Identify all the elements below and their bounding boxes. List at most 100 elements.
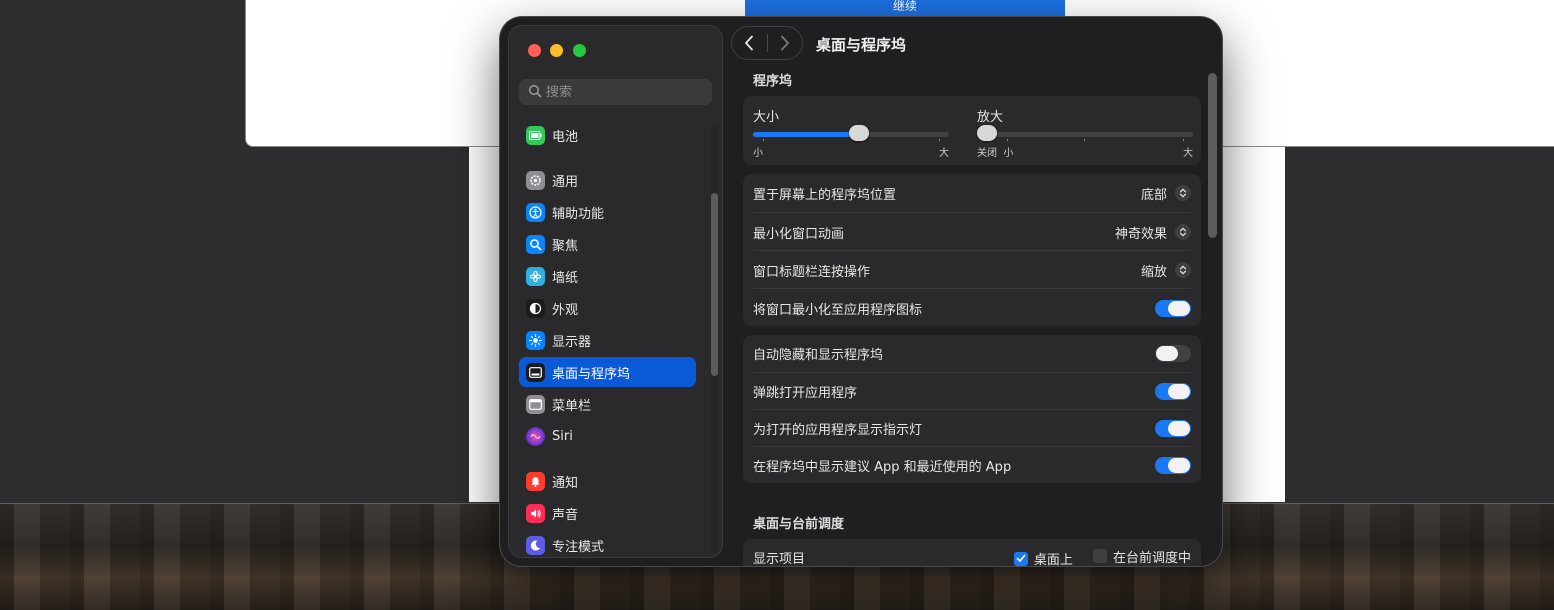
- sidebar-item-siri[interactable]: Siri: [519, 421, 696, 451]
- sidebar-item-label: 聚焦: [552, 238, 579, 254]
- menubar-icon: [526, 394, 545, 414]
- checkbox-label: 在台前调度中: [1112, 550, 1191, 566]
- size-max-label: 大: [939, 148, 949, 159]
- minimize-to-app-icon-toggle[interactable]: [1155, 299, 1191, 317]
- dock-behavior-group: 自动隐藏和显示程序坞 弹跳打开应用程序 为打开的应用程序显示指示灯 在程序坞中显…: [743, 335, 1201, 483]
- sidebar: 电池 通用 辅助功能 聚焦 墙纸: [508, 25, 723, 558]
- size-min-label: 小: [753, 148, 763, 159]
- row-label: 弹跳打开应用程序: [753, 386, 858, 401]
- search-icon: [528, 83, 542, 102]
- show-indicators-toggle[interactable]: [1155, 420, 1191, 437]
- sidebar-item-label: 菜单栏: [552, 398, 592, 414]
- bounce-open-row: 弹跳打开应用程序: [753, 372, 1191, 410]
- sidebar-item-notifications[interactable]: 通知: [519, 466, 696, 496]
- magnification-slider-label: 放大: [977, 110, 1004, 125]
- up-down-chevron-icon: [1175, 185, 1191, 201]
- magnification-slider[interactable]: 放大 关闭 小 大: [977, 106, 1193, 159]
- checkbox-label: 桌面上: [1033, 553, 1073, 566]
- section-title-stage-manager: 桌面与台前调度: [753, 517, 845, 532]
- show-indicators-row: 为打开的应用程序显示指示灯: [753, 409, 1191, 447]
- sidebar-item-label: 外观: [552, 302, 579, 318]
- sound-icon: [526, 503, 545, 523]
- zoom-window-button[interactable]: [573, 44, 586, 57]
- dock-position-popup[interactable]: 底部: [1141, 184, 1191, 203]
- dock-sliders-group: 大小 小 大 放大 关闭 小 大: [743, 96, 1201, 165]
- autohide-dock-toggle[interactable]: [1155, 345, 1191, 362]
- sidebar-item-accessibility[interactable]: 辅助功能: [519, 197, 696, 227]
- show-items-row: 显示项目 桌面上 在台前调度中: [753, 539, 1191, 566]
- magnification-slider-ticks: [977, 139, 1193, 143]
- up-down-chevron-icon: [1175, 224, 1191, 240]
- row-label: 在程序坞中显示建议 App 和最近使用的 App: [753, 460, 1012, 475]
- dock-position-row: 置于屏幕上的程序坞位置 底部: [753, 174, 1191, 212]
- size-slider-track[interactable]: [753, 125, 949, 141]
- sidebar-item-appearance[interactable]: 外观: [519, 293, 696, 323]
- row-label: 自动隐藏和显示程序坞: [753, 348, 884, 363]
- popup-value: 底部: [1140, 187, 1167, 203]
- sidebar-item-displays[interactable]: 显示器: [519, 325, 696, 355]
- bounce-open-toggle[interactable]: [1155, 383, 1191, 400]
- show-on-desktop-checkbox[interactable]: 桌面上: [1013, 549, 1073, 566]
- appearance-icon: [526, 298, 545, 318]
- stage-manager-group: 显示项目 桌面上 在台前调度中: [743, 539, 1201, 566]
- search-field[interactable]: [519, 79, 712, 105]
- size-slider-label: 大小: [753, 110, 780, 125]
- sidebar-item-desktop-dock[interactable]: 桌面与程序坞: [519, 357, 696, 387]
- row-label: 为打开的应用程序显示指示灯: [753, 423, 923, 438]
- show-in-stage-manager-checkbox[interactable]: 在台前调度中: [1092, 547, 1191, 566]
- sidebar-scrollbar[interactable]: [711, 193, 718, 376]
- chevron-left-icon: [745, 35, 754, 51]
- siri-icon: [526, 426, 545, 446]
- row-label: 显示项目: [753, 552, 806, 566]
- content-scrollbar[interactable]: [1208, 73, 1217, 238]
- navigation-buttons: [731, 26, 803, 60]
- row-label: 将窗口最小化至应用程序图标: [753, 302, 923, 318]
- sidebar-item-general[interactable]: 通用: [519, 165, 696, 195]
- sidebar-item-label: 通知: [552, 475, 579, 491]
- dock-options-group: 置于屏幕上的程序坞位置 底部 最小化窗口动画 神奇效果 窗口标题栏连按操作 缩放…: [743, 174, 1201, 326]
- close-window-button[interactable]: [528, 44, 541, 57]
- sidebar-item-label: 电池: [552, 129, 579, 145]
- dock-icon: [526, 362, 545, 382]
- accessibility-icon: [526, 202, 545, 222]
- popup-value: 缩放: [1140, 264, 1167, 280]
- sidebar-item-battery[interactable]: 电池: [519, 120, 696, 150]
- minimize-window-button[interactable]: [550, 44, 563, 57]
- sidebar-item-label: Siri: [552, 428, 573, 444]
- sidebar-item-spotlight[interactable]: 聚焦: [519, 229, 696, 259]
- sidebar-item-focus[interactable]: 专注模式: [519, 530, 696, 557]
- sidebar-item-sound[interactable]: 声音: [519, 498, 696, 528]
- titlebar-double-click-popup[interactable]: 缩放: [1141, 261, 1191, 280]
- section-title-dock: 程序坞: [753, 74, 793, 89]
- sidebar-item-label: 显示器: [552, 334, 592, 350]
- gear-icon: [526, 170, 545, 190]
- display-icon: [526, 330, 545, 350]
- titlebar-double-click-row: 窗口标题栏连按操作 缩放: [753, 250, 1191, 289]
- row-label: 窗口标题栏连按操作: [753, 264, 871, 280]
- forward-button[interactable]: [767, 27, 802, 59]
- spotlight-icon: [526, 234, 545, 254]
- page-title: 桌面与程序坞: [816, 36, 907, 54]
- size-slider[interactable]: 大小 小 大: [753, 106, 949, 159]
- sidebar-item-wallpaper[interactable]: 墙纸: [519, 261, 696, 291]
- sidebar-item-menu-bar[interactable]: 菜单栏: [519, 389, 696, 419]
- magnification-slider-track[interactable]: [977, 125, 1193, 141]
- magnification-max-label: 大: [1183, 148, 1193, 159]
- system-settings-window: 电池 通用 辅助功能 聚焦 墙纸: [500, 17, 1222, 566]
- checkbox-box: [1092, 549, 1107, 564]
- continue-button[interactable]: 继续: [745, 0, 1065, 17]
- magnification-min-label: 小: [1003, 148, 1014, 159]
- sidebar-item-label: 通用: [552, 174, 579, 190]
- autohide-dock-row: 自动隐藏和显示程序坞: [753, 335, 1191, 372]
- battery-icon: [526, 125, 545, 145]
- wallpaper-icon: [526, 266, 545, 286]
- size-slider-ticks: [753, 139, 949, 143]
- show-recent-apps-toggle[interactable]: [1155, 457, 1191, 474]
- back-button[interactable]: [732, 27, 767, 59]
- up-down-chevron-icon: [1175, 262, 1191, 278]
- popup-value: 神奇效果: [1114, 226, 1167, 242]
- chevron-right-icon: [780, 35, 789, 51]
- search-input[interactable]: [546, 84, 696, 100]
- minimize-animation-popup[interactable]: 神奇效果: [1115, 223, 1191, 242]
- minimize-to-app-icon-row: 将窗口最小化至应用程序图标: [753, 288, 1191, 327]
